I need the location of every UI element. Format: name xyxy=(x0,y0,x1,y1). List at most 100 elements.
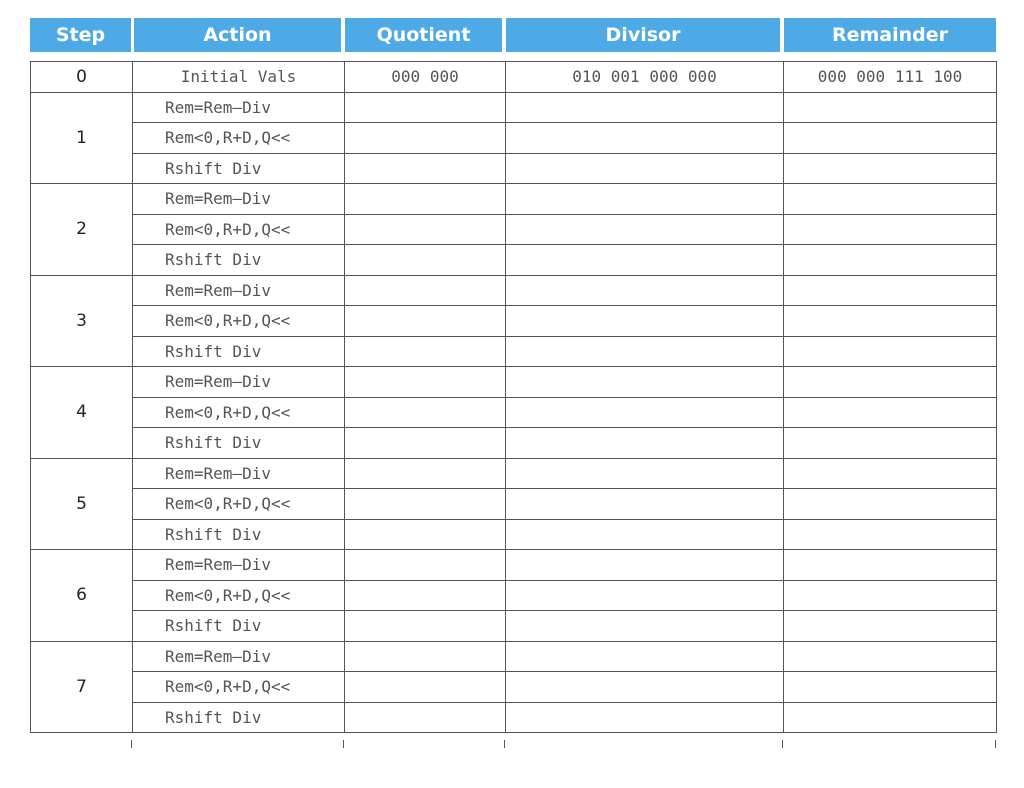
table-row: Rshift Div xyxy=(31,244,997,276)
divisor-cell[interactable] xyxy=(505,488,784,520)
table-row: Rshift Div xyxy=(31,610,997,642)
quotient-cell[interactable] xyxy=(344,610,506,642)
action-cell: Rshift Div xyxy=(132,610,345,642)
quotient-cell[interactable] xyxy=(344,701,506,733)
divisor-cell[interactable] xyxy=(505,183,784,215)
divisor-cell[interactable] xyxy=(505,335,784,367)
divisor-cell[interactable] xyxy=(505,427,784,459)
divisor-cell[interactable] xyxy=(505,305,784,337)
table-row: 7 Rem=Rem—Div xyxy=(30,640,997,733)
header-remainder: Remainder xyxy=(784,18,996,52)
remainder-cell[interactable] xyxy=(783,244,997,276)
action-cell: Rem=Rem—Div xyxy=(132,91,345,123)
quotient-cell[interactable] xyxy=(344,488,506,520)
step-cell: 6 xyxy=(30,549,133,642)
remainder-cell[interactable] xyxy=(783,366,997,398)
quotient-cell[interactable] xyxy=(344,152,506,184)
remainder-cell[interactable] xyxy=(783,549,997,581)
remainder-cell[interactable] xyxy=(783,91,997,123)
divisor-cell: 010 001 000 000 xyxy=(505,61,784,93)
remainder-cell[interactable] xyxy=(783,183,997,215)
quotient-cell[interactable] xyxy=(344,335,506,367)
table-row: Rshift Div xyxy=(31,335,997,367)
divisor-cell[interactable] xyxy=(505,122,784,154)
remainder-cell[interactable] xyxy=(783,152,997,184)
header-divisor: Divisor xyxy=(506,18,780,52)
action-cell: Rshift Div xyxy=(132,335,345,367)
quotient-cell[interactable] xyxy=(344,91,506,123)
remainder-cell[interactable] xyxy=(783,457,997,489)
table-row: Rem<0,R+D,Q<< xyxy=(31,213,997,245)
remainder-cell[interactable] xyxy=(783,427,997,459)
action-cell: Rshift Div xyxy=(132,701,345,733)
divisor-cell[interactable] xyxy=(505,701,784,733)
table-row: Rem<0,R+D,Q<< xyxy=(31,671,997,703)
table-row: 0 Initial Vals 000 000 010 001 000 000 0… xyxy=(30,61,997,93)
remainder-cell[interactable] xyxy=(783,610,997,642)
remainder-cell[interactable] xyxy=(783,122,997,154)
table-row: Rshift Div xyxy=(31,427,997,459)
divisor-cell[interactable] xyxy=(505,549,784,581)
remainder-cell[interactable] xyxy=(783,335,997,367)
step-cell: 5 xyxy=(30,457,133,550)
table-tail-line xyxy=(782,740,783,748)
table-tail-line xyxy=(504,740,505,748)
quotient-cell[interactable] xyxy=(344,305,506,337)
quotient-cell[interactable] xyxy=(344,122,506,154)
quotient-cell[interactable] xyxy=(344,274,506,306)
remainder-cell[interactable] xyxy=(783,488,997,520)
divisor-cell[interactable] xyxy=(505,457,784,489)
table-row: Rshift Div xyxy=(31,518,997,550)
divisor-cell[interactable] xyxy=(505,396,784,428)
quotient-cell[interactable] xyxy=(344,183,506,215)
divisor-cell[interactable] xyxy=(505,640,784,672)
remainder-cell[interactable] xyxy=(783,396,997,428)
step-cell: 3 xyxy=(30,274,133,367)
action-cell: Rem=Rem—Div xyxy=(132,457,345,489)
remainder-cell[interactable] xyxy=(783,213,997,245)
action-cell: Rem=Rem—Div xyxy=(132,640,345,672)
action-cell: Rem<0,R+D,Q<< xyxy=(132,671,345,703)
divisor-cell[interactable] xyxy=(505,274,784,306)
remainder-cell[interactable] xyxy=(783,274,997,306)
remainder-cell[interactable] xyxy=(783,671,997,703)
divisor-cell[interactable] xyxy=(505,366,784,398)
remainder-cell[interactable] xyxy=(783,305,997,337)
table-row: 2 Rem=Rem—Div xyxy=(30,183,997,276)
divisor-cell[interactable] xyxy=(505,671,784,703)
quotient-cell[interactable] xyxy=(344,549,506,581)
action-cell: Rem<0,R+D,Q<< xyxy=(132,579,345,611)
table-row: 4 Rem=Rem—Div xyxy=(30,366,997,459)
divisor-cell[interactable] xyxy=(505,91,784,123)
table-tail-line xyxy=(131,740,132,748)
divisor-cell[interactable] xyxy=(505,610,784,642)
quotient-cell[interactable] xyxy=(344,579,506,611)
quotient-cell[interactable] xyxy=(344,213,506,245)
quotient-cell[interactable] xyxy=(344,671,506,703)
remainder-cell[interactable] xyxy=(783,640,997,672)
quotient-cell[interactable] xyxy=(344,640,506,672)
table-tail-line xyxy=(343,740,344,748)
action-cell: Initial Vals xyxy=(132,61,345,93)
action-cell: Rshift Div xyxy=(132,152,345,184)
divisor-cell[interactable] xyxy=(505,518,784,550)
remainder-cell[interactable] xyxy=(783,518,997,550)
divisor-cell[interactable] xyxy=(505,213,784,245)
divisor-cell[interactable] xyxy=(505,579,784,611)
quotient-cell[interactable] xyxy=(344,518,506,550)
divisor-cell[interactable] xyxy=(505,152,784,184)
table-row: Rem<0,R+D,Q<< xyxy=(31,488,997,520)
divisor-cell[interactable] xyxy=(505,244,784,276)
quotient-cell[interactable] xyxy=(344,366,506,398)
step-cell: 1 xyxy=(30,91,133,184)
remainder-cell[interactable] xyxy=(783,579,997,611)
quotient-cell[interactable] xyxy=(344,396,506,428)
remainder-cell[interactable] xyxy=(783,701,997,733)
quotient-cell[interactable] xyxy=(344,457,506,489)
quotient-cell[interactable] xyxy=(344,427,506,459)
table-row: Rshift Div xyxy=(31,152,997,184)
action-cell: Rem=Rem—Div xyxy=(132,274,345,306)
quotient-cell[interactable] xyxy=(344,244,506,276)
action-cell: Rem<0,R+D,Q<< xyxy=(132,305,345,337)
action-cell: Rem=Rem—Div xyxy=(132,183,345,215)
